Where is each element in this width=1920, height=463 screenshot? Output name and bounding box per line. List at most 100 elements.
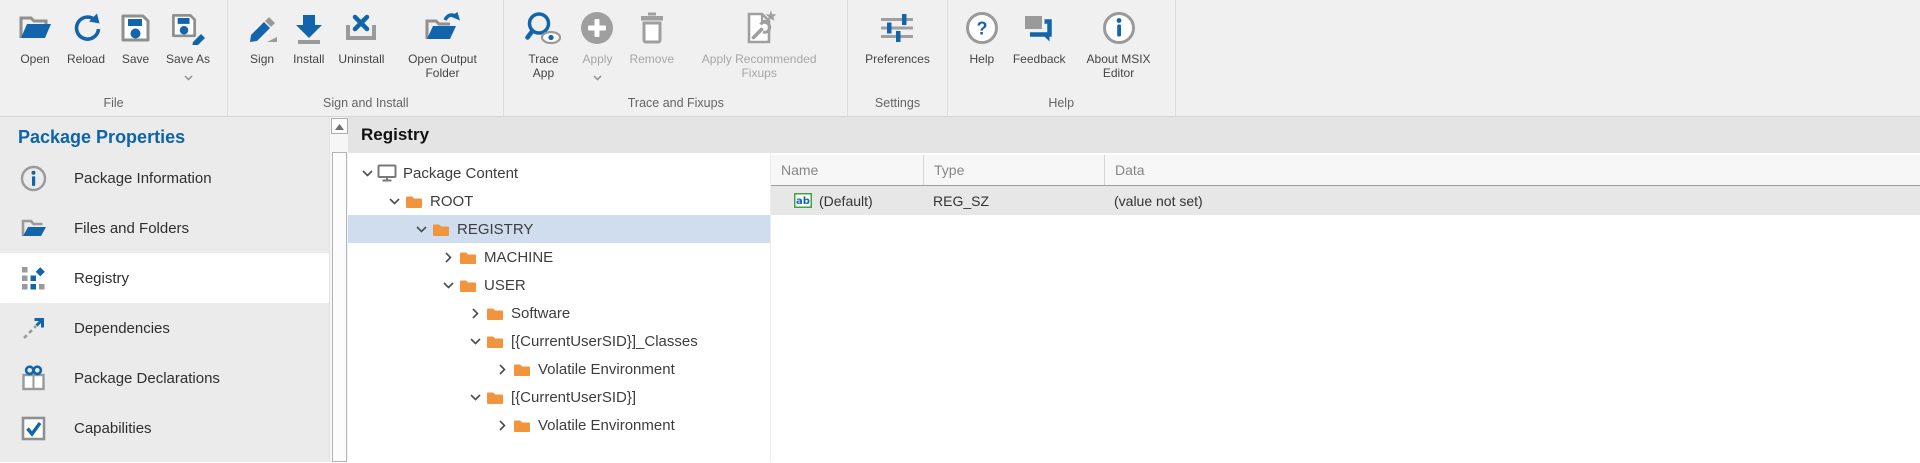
ribbon-button-label: Apply Recommended Fixups	[688, 52, 830, 81]
tree-item-volatile-environment[interactable]: Volatile Environment	[348, 411, 770, 439]
sidebar-item-label: Package Information	[74, 170, 212, 187]
sidebar-item-package-information[interactable]: Package Information	[0, 153, 329, 203]
tree-item-software[interactable]: Software	[348, 299, 770, 327]
ribbon-toolbar: OpenReloadSave Save As File Sign Install Unin…	[0, 0, 1920, 117]
help-icon: ?	[965, 7, 999, 49]
scrollbar-thumb[interactable]	[332, 152, 347, 462]
chevron-down-icon[interactable]	[358, 170, 376, 177]
sidebar-item-label: Files and Folders	[74, 220, 189, 237]
ribbon-empty-space	[1176, 0, 1920, 116]
folder-icon	[484, 334, 506, 349]
folder-icon	[511, 362, 533, 377]
ribbon-button-apply-recommended-fixups[interactable]: Apply Recommended Fixups	[681, 5, 837, 83]
chevron-right-icon[interactable]	[493, 364, 511, 375]
open-folder-icon	[17, 7, 53, 49]
tree-item-machine[interactable]: MACHINE	[348, 243, 770, 271]
svg-text:ab: ab	[796, 196, 810, 207]
apply-plus-icon	[579, 7, 615, 49]
chevron-down-icon[interactable]	[412, 226, 430, 233]
save-icon	[119, 7, 152, 49]
sidebar-item-package-declarations[interactable]: Package Declarations	[0, 353, 329, 403]
ribbon-button-sign[interactable]: Sign	[238, 5, 286, 68]
ribbon-button-label: Uninstall	[338, 52, 384, 66]
ribbon-button-label: Install	[293, 52, 324, 66]
ribbon-button-trace-app[interactable]: Trace App	[514, 5, 572, 83]
tree-item-currentusersid[interactable]: [{CurrentUserSID}]	[348, 383, 770, 411]
ribbon-button-about-msix-editor[interactable]: About MSIX Editor	[1073, 5, 1165, 83]
tree-item-label: USER	[484, 277, 526, 294]
ribbon-button-install[interactable]: Install	[286, 5, 331, 68]
registry-values-table: NameTypeData ab (Default) REG_SZ(value not…	[770, 153, 1920, 462]
chevron-down-icon[interactable]	[466, 338, 484, 345]
tree-item-user[interactable]: USER	[348, 271, 770, 299]
chevron-down-icon[interactable]	[466, 394, 484, 401]
sidebar-item-label: Dependencies	[74, 320, 170, 337]
tree-item-root[interactable]: ROOT	[348, 187, 770, 215]
ribbon-button-label: Save As	[166, 52, 210, 66]
tree-item-registry[interactable]: REGISTRY	[348, 215, 770, 243]
ribbon-button-uninstall[interactable]: Uninstall	[331, 5, 391, 68]
scroll-up-button[interactable]	[331, 118, 348, 134]
column-header-name[interactable]: Name	[771, 155, 923, 185]
ribbon-button-apply[interactable]: Apply	[572, 5, 622, 76]
about-icon	[1102, 7, 1136, 49]
chevron-right-icon[interactable]	[493, 420, 511, 431]
ribbon-button-label: Open Output Folder	[398, 52, 486, 81]
sidebar-scrollbar[interactable]	[329, 117, 348, 462]
value-data-cell: (value not set)	[1104, 193, 1920, 209]
sidebar-item-files-and-folders[interactable]: Files and Folders	[0, 203, 329, 253]
tree-item-label: ROOT	[430, 193, 473, 210]
ribbon-button-reload[interactable]: Reload	[60, 5, 112, 68]
ribbon-button-open[interactable]: Open	[10, 5, 60, 68]
ribbon-button-save[interactable]: Save	[112, 5, 159, 68]
value-name: (Default)	[819, 193, 873, 209]
files-folders-icon	[18, 217, 48, 240]
value-type-cell: REG_SZ	[923, 193, 1104, 209]
ribbon-button-preferences[interactable]: Preferences	[858, 5, 937, 68]
ribbon-group-label: File	[4, 94, 223, 116]
sidebar: Package Properties Package InformationFi…	[0, 117, 329, 462]
chevron-right-icon[interactable]	[439, 252, 457, 263]
tree-item-label: REGISTRY	[457, 221, 533, 238]
ribbon-button-help[interactable]: ? Help	[958, 5, 1006, 68]
folder-icon	[457, 250, 479, 265]
table-row[interactable]: ab (Default) REG_SZ(value not set)	[771, 186, 1920, 215]
sidebar-item-dependencies[interactable]: Dependencies	[0, 303, 329, 353]
ribbon-button-open-output-folder[interactable]: Open Output Folder	[391, 5, 493, 83]
chevron-down-icon[interactable]	[184, 68, 193, 74]
preferences-icon	[879, 7, 915, 49]
trace-app-icon	[525, 7, 561, 49]
chevron-right-icon[interactable]	[466, 308, 484, 319]
tree-item-label: Package Content	[403, 165, 518, 182]
ribbon-group-label: Sign and Install	[232, 94, 499, 116]
chevron-down-icon[interactable]	[593, 68, 602, 74]
tree-item-volatile-environment[interactable]: Volatile Environment	[348, 355, 770, 383]
folder-icon	[484, 390, 506, 405]
chevron-down-icon[interactable]	[385, 198, 403, 205]
sidebar-item-registry[interactable]: Registry	[0, 253, 329, 303]
column-header-data[interactable]: Data	[1104, 155, 1920, 185]
ribbon-group-sign-and-install: Sign Install Uninstall Open Output Folder Si…	[228, 0, 504, 116]
sidebar-item-capabilities[interactable]: Capabilities	[0, 403, 329, 453]
ribbon-button-label: Remove	[629, 52, 674, 66]
ribbon-button-label: Help	[970, 52, 995, 66]
info-circle-icon	[18, 165, 48, 192]
svg-text:?: ?	[976, 19, 987, 39]
ribbon-group-help: ? HelpFeedbackAbout MSIX Editor Help	[948, 0, 1176, 116]
ribbon-button-remove[interactable]: Remove	[622, 5, 681, 68]
ribbon-button-feedback[interactable]: Feedback	[1006, 5, 1073, 68]
tree-item-package-content[interactable]: Package Content	[348, 159, 770, 187]
ribbon-button-save-as[interactable]: Save As	[159, 5, 217, 76]
chevron-down-icon[interactable]	[439, 282, 457, 289]
dependencies-icon	[18, 315, 48, 342]
main-panel: Registry Package ContentROOTREGISTRYMACH…	[348, 117, 1920, 462]
tree-item-currentusersid-classes[interactable]: [{CurrentUserSID}]_Classes	[348, 327, 770, 355]
uninstall-icon	[344, 7, 378, 49]
folder-icon	[511, 418, 533, 433]
ribbon-group-settings: PreferencesSettings	[848, 0, 948, 116]
open-output-folder-icon	[423, 7, 461, 49]
tree-item-label: Volatile Environment	[538, 361, 675, 378]
fixups-icon	[742, 7, 777, 49]
tree-item-label: Software	[511, 305, 570, 322]
column-header-type[interactable]: Type	[923, 155, 1104, 185]
